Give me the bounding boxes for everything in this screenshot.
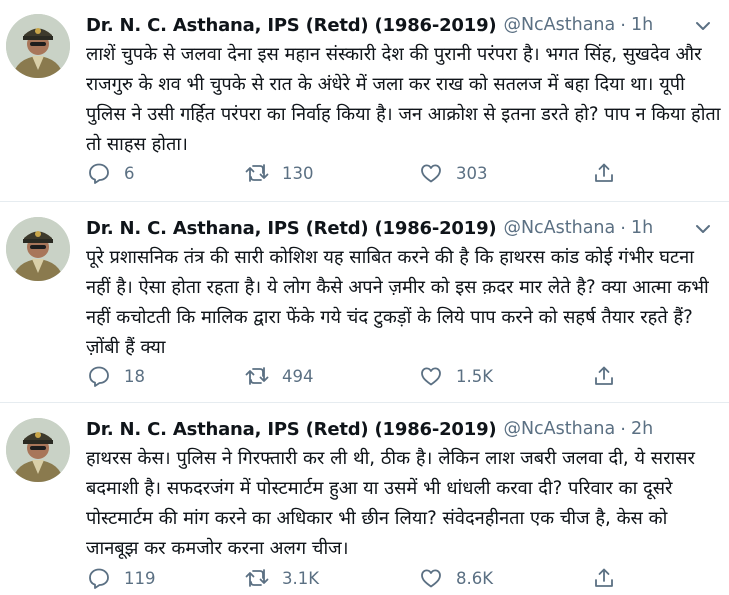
author-name[interactable]: Dr. N. C. Asthana, IPS (Retd) (1986-2019… (86, 218, 497, 239)
retweet-count: 494 (282, 366, 314, 386)
timestamp[interactable]: 1h (631, 15, 653, 35)
separator: · (620, 418, 626, 440)
like-button[interactable]: 1.5K (418, 361, 493, 391)
tweet-text: पूरे प्रशासनिक तंत्र की सारी कोशिश यह सा… (86, 247, 709, 358)
chevron-down-icon[interactable] (691, 217, 715, 241)
timestamp[interactable]: 1h (631, 218, 653, 238)
separator: · (620, 217, 626, 239)
tweet-header: Dr. N. C. Asthana, IPS (Retd) (1986-2019… (86, 213, 653, 243)
share-button[interactable] (591, 563, 617, 593)
like-icon (418, 363, 444, 389)
tweet-actions: 18 494 1.5K (86, 361, 626, 391)
reply-icon (86, 565, 112, 591)
author-name[interactable]: Dr. N. C. Asthana, IPS (Retd) (1986-2019… (86, 419, 497, 440)
reply-count: 18 (124, 366, 145, 386)
reply-icon (86, 160, 112, 186)
tweet-text: हाथरस केस। पुलिस ने गिरफ्तारी कर ली थी, … (86, 448, 695, 559)
author-handle[interactable]: @NcAsthana (503, 419, 615, 439)
separator: · (620, 14, 626, 36)
reply-count: 6 (124, 163, 135, 183)
author-handle[interactable]: @NcAsthana (503, 15, 615, 35)
reply-icon (86, 363, 112, 389)
retweet-button[interactable]: 130 (244, 158, 314, 188)
author-handle[interactable]: @NcAsthana (503, 218, 615, 238)
retweet-icon (244, 565, 270, 591)
share-icon (591, 565, 617, 591)
reply-button[interactable]: 119 (86, 563, 156, 593)
share-button[interactable] (591, 361, 617, 391)
retweet-button[interactable]: 3.1K (244, 563, 319, 593)
timestamp[interactable]: 2h (631, 419, 653, 439)
tweet-text: लाशें चुपके से जलवा देना इस महान संस्कार… (86, 44, 721, 155)
tweet-feed: Dr. N. C. Asthana, IPS (Retd) (1986-2019… (0, 0, 729, 595)
avatar[interactable] (6, 418, 70, 482)
reply-count: 119 (124, 568, 156, 588)
tweet-actions: 6 130 303 (86, 158, 626, 188)
reply-button[interactable]: 6 (86, 158, 135, 188)
avatar[interactable] (6, 14, 70, 78)
retweet-button[interactable]: 494 (244, 361, 314, 391)
like-button[interactable]: 303 (418, 158, 488, 188)
like-count: 303 (456, 163, 488, 183)
tweet-header: Dr. N. C. Asthana, IPS (Retd) (1986-2019… (86, 10, 653, 40)
share-button[interactable] (591, 158, 617, 188)
share-icon (591, 160, 617, 186)
tweet-actions: 119 3.1K 8.6K (86, 563, 626, 593)
tweet[interactable]: Dr. N. C. Asthana, IPS (Retd) (1986-2019… (0, 404, 729, 595)
like-button[interactable]: 8.6K (418, 563, 493, 593)
retweet-count: 130 (282, 163, 314, 183)
share-icon (591, 363, 617, 389)
retweet-icon (244, 363, 270, 389)
like-icon (418, 565, 444, 591)
reply-button[interactable]: 18 (86, 361, 145, 391)
chevron-down-icon[interactable] (691, 14, 715, 38)
retweet-count: 3.1K (282, 568, 320, 588)
author-name[interactable]: Dr. N. C. Asthana, IPS (Retd) (1986-2019… (86, 15, 497, 36)
like-count: 8.6K (456, 568, 494, 588)
like-icon (418, 160, 444, 186)
tweet[interactable]: Dr. N. C. Asthana, IPS (Retd) (1986-2019… (0, 0, 729, 202)
tweet-header: Dr. N. C. Asthana, IPS (Retd) (1986-2019… (86, 414, 653, 444)
retweet-icon (244, 160, 270, 186)
tweet[interactable]: Dr. N. C. Asthana, IPS (Retd) (1986-2019… (0, 203, 729, 403)
like-count: 1.5K (456, 366, 494, 386)
avatar[interactable] (6, 217, 70, 281)
